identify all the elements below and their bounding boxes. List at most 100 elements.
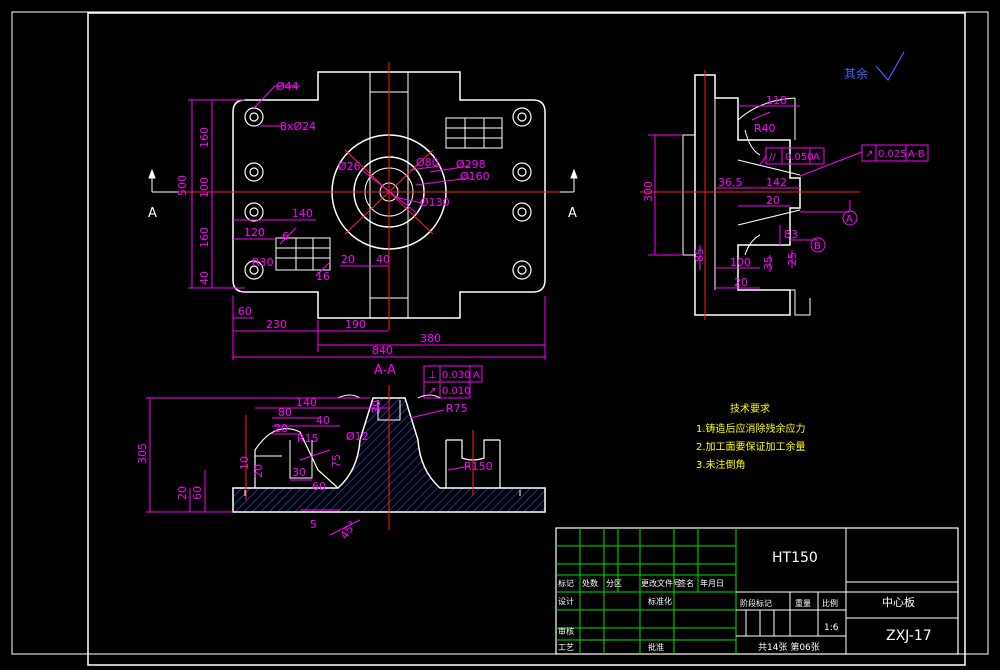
dim-text-190: 190 xyxy=(345,318,366,331)
tb-label: 工艺 xyxy=(558,643,574,652)
dim-text-r75: R75 xyxy=(446,402,468,415)
scale-value: 1:6 xyxy=(824,623,839,633)
tb-label: 年月日 xyxy=(700,578,724,588)
bolt-hole-inner xyxy=(517,207,527,217)
datum-b-label: B xyxy=(814,241,821,252)
leader-r15 xyxy=(299,449,331,461)
dim-text-60: 60 xyxy=(312,480,326,493)
tb-label: 比例 xyxy=(822,598,838,608)
dim-text-80: 80 xyxy=(278,406,292,419)
tech-title: 技术要求 xyxy=(730,402,770,415)
slot-pocket xyxy=(445,117,503,149)
dim-text-20a: 20 xyxy=(274,422,288,435)
dim-text-v60: 60 xyxy=(191,486,204,500)
dim-text-20: 20 xyxy=(341,253,355,266)
tb-label: 重量 xyxy=(795,598,811,608)
tol-value: 0.030 xyxy=(442,370,471,381)
leader-44 xyxy=(253,85,276,109)
dim-text-118: 118 xyxy=(766,94,787,107)
section-tol-2: ↗ 0.010 xyxy=(423,381,471,399)
dim-text-holes: 8xØ24 xyxy=(280,120,316,133)
roughness-symbol xyxy=(875,51,905,82)
dim-text-r40: R40 xyxy=(754,122,776,135)
dim-text-30b: 30 xyxy=(370,400,383,414)
tb-label: 分区 xyxy=(606,579,622,588)
section-label-a-left: A xyxy=(148,206,157,221)
bolt-hole xyxy=(244,202,264,222)
side-flange xyxy=(682,134,696,256)
tech-requirements: 技术要求 1.铸造后应消除残余应力 2.加工面要保证加工余量 3.未注倒角 xyxy=(696,402,806,471)
tb-label: 标记 xyxy=(558,578,574,588)
tech-item: 1.铸造后应消除残余应力 xyxy=(696,422,806,435)
section-arrow-head xyxy=(570,168,578,179)
leader-r40 xyxy=(751,111,771,121)
dim-text-30: 30 xyxy=(292,466,306,479)
dim-text-100: 100 xyxy=(198,177,211,198)
dim-text-20b: 20 xyxy=(734,276,748,289)
dim-text-35: 35 xyxy=(762,256,775,270)
bolt-hole xyxy=(512,260,532,280)
tol-datum: A-B xyxy=(908,149,925,160)
dim-text-60: 60 xyxy=(238,305,252,318)
dim-text-r150: R150 xyxy=(464,460,493,473)
dim-text-840: 840 xyxy=(372,344,393,357)
sheet-count: 共14张 第06张 xyxy=(758,641,820,653)
side-base xyxy=(738,289,811,316)
dim-text-40: 40 xyxy=(316,414,330,427)
side-centerlines xyxy=(640,70,860,320)
tol-value: 0.050 xyxy=(785,152,814,163)
section-arrow-head xyxy=(148,168,156,179)
dim-text-140: 140 xyxy=(292,207,313,220)
dim-text-142: 142 xyxy=(766,176,787,189)
dim-text-dia44: Ø44 xyxy=(276,80,299,93)
dim-text-40h: 40 xyxy=(376,253,390,266)
tech-item: 3.未注倒角 xyxy=(696,458,746,471)
tb-label: 标准化 xyxy=(648,596,672,606)
dim-text-r15: R15 xyxy=(297,432,319,445)
bolt-hole xyxy=(512,162,532,182)
cad-drawing-canvas: A A Ø44 8xØ24 Ø26 Ø80 Ø298 Ø160 Ø130 500… xyxy=(0,0,1000,666)
tol-datum: A xyxy=(813,152,820,163)
dim-text-r30: R30 xyxy=(252,256,274,269)
tolerance-parallel: // 0.050 A xyxy=(765,147,825,165)
dim-text-20b: 20 xyxy=(252,464,265,478)
tb-label: 签名 xyxy=(678,578,694,588)
tb-label: 阶段标记 xyxy=(740,598,772,608)
dim-text-5: 5 xyxy=(310,518,317,531)
bolt-hole-inner xyxy=(517,167,527,177)
outer-border xyxy=(11,11,989,655)
tb-label: 批准 xyxy=(648,642,664,652)
tol-value: 0.025 xyxy=(878,149,907,160)
dim-text-160a: 160 xyxy=(198,127,211,148)
drawing-frame xyxy=(87,12,966,666)
bolt-hole xyxy=(512,107,532,127)
material-label: HT150 xyxy=(772,550,818,566)
tol-symbol: ⊥ xyxy=(428,370,437,381)
dim-text-d160: Ø160 xyxy=(460,170,490,183)
dim-text-305: 305 xyxy=(136,443,149,464)
tol-symbol: // xyxy=(769,152,776,163)
leader-r75 xyxy=(409,409,445,419)
front-dimension-lines xyxy=(188,85,546,360)
section-tol-1: ⊥ 0.030 A xyxy=(423,365,483,383)
dim-text-380: 380 xyxy=(420,332,441,345)
tb-label: 设计 xyxy=(558,596,574,606)
bolt-hole-inner xyxy=(249,167,259,177)
dim-text-6: 6 xyxy=(282,230,289,243)
roughness-note: 其余 xyxy=(844,66,868,81)
dim-text-300: 300 xyxy=(642,181,655,202)
slot-pocket-detail xyxy=(446,118,502,148)
dim-text-d130: Ø130 xyxy=(420,196,450,209)
dim-text-20a: 20 xyxy=(766,194,780,207)
dim-text-d26: Ø26 xyxy=(338,160,361,173)
dim-text-160b: 160 xyxy=(198,227,211,248)
bolt-hole xyxy=(512,202,532,222)
dim-text-d80: Ø80 xyxy=(416,156,439,169)
drawing-sheet: A A Ø44 8xØ24 Ø26 Ø80 Ø298 Ø160 Ø130 500… xyxy=(11,11,989,666)
tb-label: 审核 xyxy=(558,626,574,636)
tech-item: 2.加工面要保证加工余量 xyxy=(696,440,806,453)
datum-a-label: A xyxy=(846,214,853,225)
dim-text-500: 500 xyxy=(176,175,189,196)
bolt-hole-inner xyxy=(249,207,259,217)
tol-value: 0.010 xyxy=(442,386,471,397)
